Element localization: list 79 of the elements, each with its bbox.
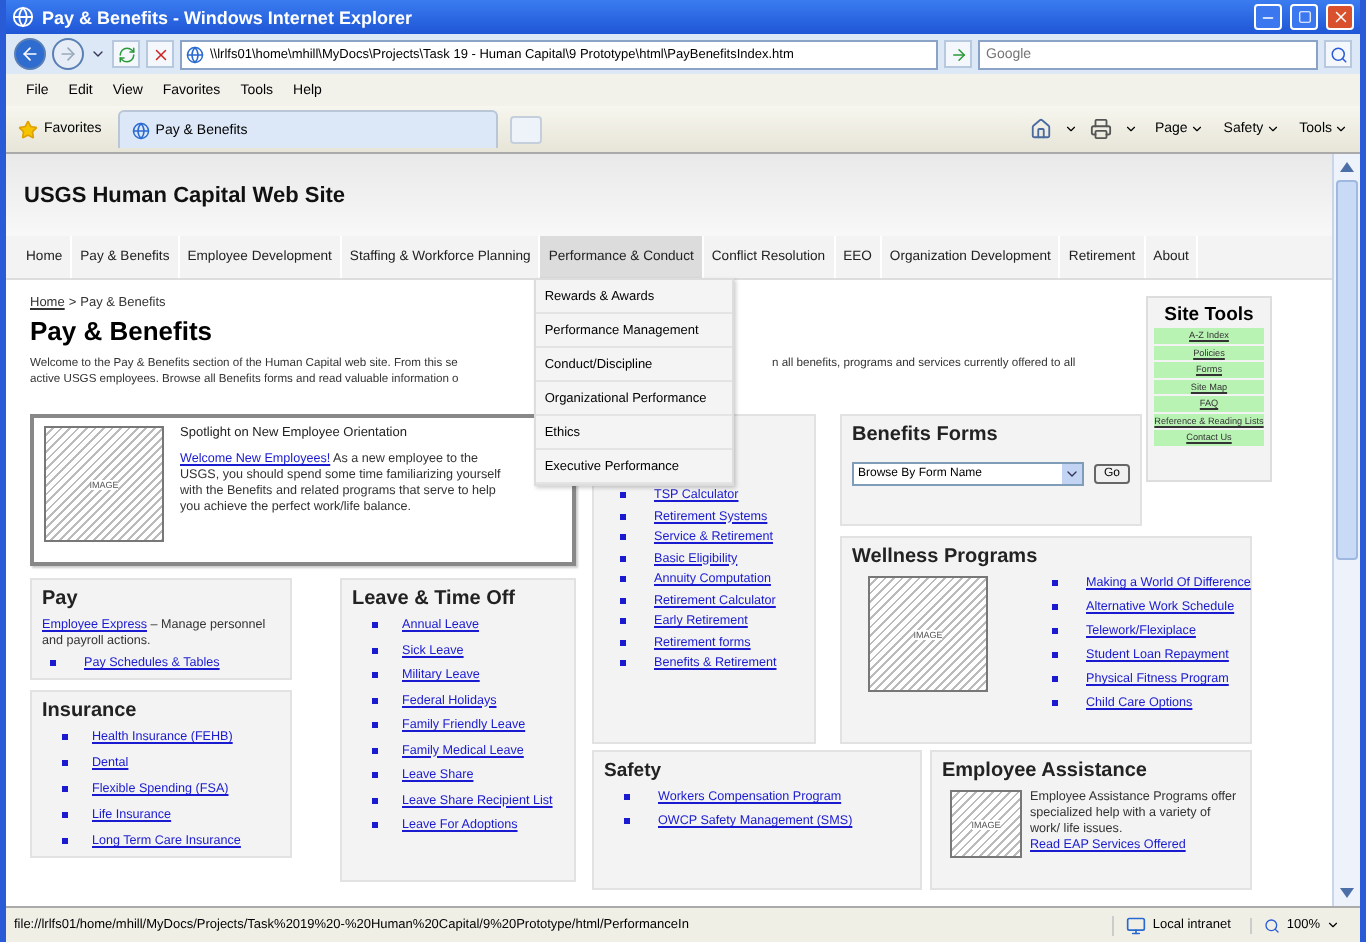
bullet-icon	[624, 818, 630, 824]
bullet-icon	[1052, 628, 1058, 634]
bullet-icon	[620, 555, 626, 561]
home-icon[interactable]	[1030, 118, 1053, 140]
bullet-icon	[620, 618, 626, 624]
arrow-right-icon	[949, 45, 967, 63]
panel-title: Insurance	[42, 700, 139, 722]
stop-icon	[151, 45, 169, 63]
arrow-left-icon	[20, 44, 40, 64]
panel-title: Leave & Time Off	[352, 588, 518, 610]
bullet-icon	[624, 794, 630, 800]
site-title: USGS Human Capital Web Site	[24, 183, 346, 207]
back-button[interactable]	[14, 38, 46, 70]
bullet-icon	[62, 812, 68, 818]
forward-button[interactable]	[52, 38, 84, 70]
bullet-icon	[372, 747, 378, 753]
bullet-icon	[62, 838, 68, 844]
caret-icon	[1189, 122, 1204, 136]
panel-title: Benefits Forms	[852, 424, 1000, 446]
caret-icon	[1334, 122, 1348, 136]
bullet-icon	[62, 734, 68, 740]
bullet-icon	[372, 722, 378, 728]
scroll-thumb[interactable]	[1336, 180, 1358, 560]
print-icon[interactable]	[1090, 118, 1113, 140]
panel-title: Wellness Programs	[852, 546, 1040, 568]
bullet-icon	[372, 622, 378, 628]
scroll-down-icon[interactable]	[1340, 888, 1354, 898]
caret-icon	[1265, 122, 1280, 136]
close-icon	[1331, 8, 1349, 26]
maximize-button[interactable]	[1290, 4, 1318, 30]
caret-icon	[1063, 466, 1080, 482]
bullet-icon	[620, 492, 626, 498]
bullet-icon	[620, 513, 626, 519]
globe-icon	[186, 45, 204, 63]
search-icon	[1329, 45, 1347, 63]
globe-icon	[131, 121, 150, 139]
bullet-icon	[372, 647, 378, 653]
magnifier-icon	[1264, 917, 1281, 933]
stop-button[interactable]	[146, 40, 174, 68]
scroll-up-icon[interactable]	[1340, 162, 1354, 172]
bullet-icon	[1052, 676, 1058, 682]
bullet-icon	[372, 697, 378, 703]
browser-icon	[12, 6, 34, 28]
dropdown-icon	[1124, 122, 1139, 136]
bullet-icon	[50, 660, 56, 666]
search-button[interactable]	[1324, 40, 1352, 68]
bullet-icon	[1052, 580, 1058, 586]
close-button[interactable]	[1326, 4, 1354, 30]
bullet-icon	[620, 576, 626, 582]
go-button[interactable]	[944, 40, 972, 68]
bullet-icon	[372, 772, 378, 778]
bullet-icon	[620, 660, 626, 666]
bullet-icon	[62, 786, 68, 792]
refresh-button[interactable]	[112, 40, 140, 68]
bullet-icon	[1052, 700, 1058, 706]
window-title: Pay & Benefits - Windows Internet Explorer	[42, 7, 414, 27]
bullet-icon	[1052, 604, 1058, 610]
bullet-icon	[620, 534, 626, 540]
star-icon	[18, 119, 38, 139]
arrow-right-icon	[58, 44, 78, 64]
panel-title: Pay	[42, 588, 80, 610]
refresh-icon	[117, 45, 135, 63]
bullet-icon	[372, 672, 378, 678]
bullet-icon	[1052, 652, 1058, 658]
caret-icon	[1326, 918, 1340, 932]
bullet-icon	[372, 822, 378, 828]
panel-title: Safety	[604, 760, 664, 782]
bullet-icon	[372, 797, 378, 803]
dropdown-icon	[90, 46, 106, 62]
minimize-button[interactable]	[1254, 4, 1282, 30]
bullet-icon	[620, 639, 626, 645]
bullet-icon	[620, 597, 626, 603]
bullet-icon	[62, 760, 68, 766]
dropdown-icon	[1064, 122, 1079, 136]
maximize-icon	[1297, 10, 1311, 24]
page-heading: Pay & Benefits	[30, 316, 213, 346]
panel-title: Employee Assistance	[942, 760, 1149, 782]
panel-title: Site Tools	[1162, 304, 1256, 326]
monitor-icon	[1126, 915, 1147, 935]
